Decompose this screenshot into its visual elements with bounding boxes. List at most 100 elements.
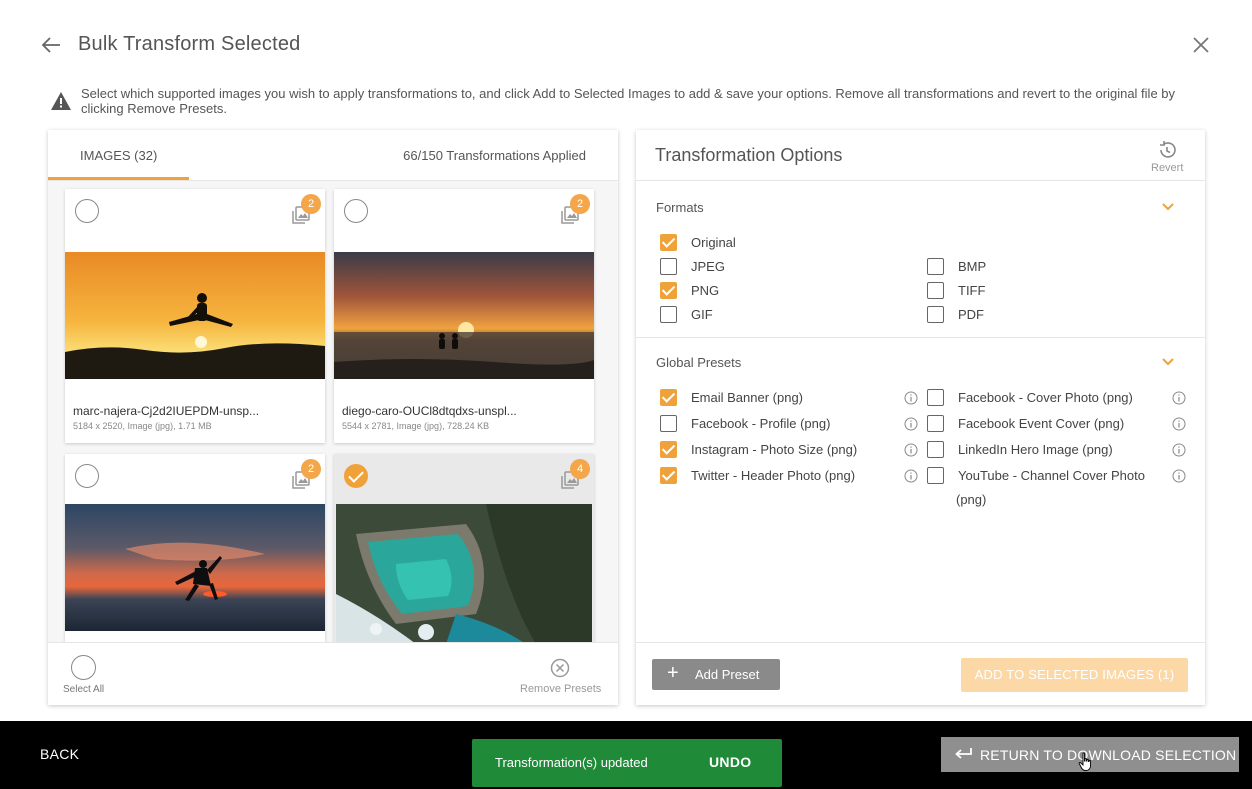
chevron-down-icon[interactable]: [1160, 356, 1176, 368]
format-option-pdf[interactable]: PDF: [927, 306, 984, 326]
option-label: PNG: [691, 283, 720, 298]
checkbox[interactable]: [660, 258, 677, 275]
format-option-bmp[interactable]: BMP: [927, 258, 986, 278]
images-tabs: IMAGES (32) 66/150 Transformations Appli…: [48, 130, 618, 181]
page-title: Bulk Transform Selected: [78, 33, 301, 55]
info-icon[interactable]: [1172, 443, 1186, 457]
images-panel: IMAGES (32) 66/150 Transformations Appli…: [48, 130, 618, 705]
image-card[interactable]: 2: [65, 189, 325, 443]
option-label: Original: [691, 235, 736, 250]
checkbox[interactable]: [660, 234, 677, 251]
back-arrow-icon[interactable]: [40, 34, 62, 56]
image-card[interactable]: 4: [334, 454, 594, 642]
active-tab-indicator: [48, 177, 189, 180]
checkbox[interactable]: [660, 441, 677, 458]
revert-icon[interactable]: [1156, 139, 1178, 161]
info-icon[interactable]: [904, 443, 918, 457]
transform-count-badge: 2: [301, 194, 321, 214]
preset-option-instagram-photo[interactable]: Instagram - Photo Size (png): [660, 441, 857, 461]
tab-images[interactable]: IMAGES (32): [80, 148, 157, 163]
close-icon[interactable]: [1191, 35, 1211, 55]
checkbox[interactable]: [660, 306, 677, 323]
option-label: PDF: [958, 307, 984, 322]
format-option-jpeg[interactable]: JPEG: [660, 258, 725, 278]
image-thumbnail: [336, 504, 592, 642]
toast-notification: Transformation(s) updated UNDO: [472, 739, 782, 787]
add-preset-button[interactable]: + Add Preset: [652, 659, 780, 690]
select-image-checkbox[interactable]: [344, 199, 368, 223]
checkbox[interactable]: [927, 258, 944, 275]
image-grid[interactable]: 2 marc-najera-Cj2d2IUEPDM-unsp... 5184 x…: [48, 181, 618, 642]
option-label: Email Banner (png): [691, 390, 803, 405]
transform-count-badge: 2: [570, 194, 590, 214]
toast-message: Transformation(s) updated: [495, 755, 648, 770]
checkbox[interactable]: [660, 415, 677, 432]
info-icon[interactable]: [1172, 469, 1186, 483]
checkbox[interactable]: [927, 389, 944, 406]
transformations-applied-count: 66/150 Transformations Applied: [403, 148, 586, 163]
option-label: Twitter - Header Photo (png): [691, 468, 856, 483]
options-footer: + Add Preset ADD TO SELECTED IMAGES (1): [636, 642, 1205, 705]
info-icon[interactable]: [1172, 417, 1186, 431]
option-label: GIF: [691, 307, 713, 322]
checkbox[interactable]: [927, 467, 944, 484]
transform-count-badge: 2: [301, 459, 321, 479]
checkbox[interactable]: [927, 306, 944, 323]
select-image-checkbox[interactable]: [75, 199, 99, 223]
checkbox[interactable]: [927, 441, 944, 458]
option-label: TIFF: [958, 283, 986, 298]
preset-option-youtube-cover[interactable]: YouTube - Channel Cover Photo: [927, 467, 1145, 487]
format-option-gif[interactable]: GIF: [660, 306, 713, 326]
global-presets-section-title[interactable]: Global Presets: [656, 355, 741, 370]
image-filename: diego-caro-OUCl8dtqdxs-unspl...: [342, 404, 517, 418]
image-thumbnail: [334, 252, 594, 379]
add-to-selected-images-button[interactable]: ADD TO SELECTED IMAGES (1): [961, 658, 1188, 692]
return-icon: [955, 748, 972, 759]
transformation-options-panel: Transformation Options Revert Formats Or…: [636, 130, 1205, 705]
preset-option-email-banner[interactable]: Email Banner (png): [660, 389, 803, 409]
format-option-png[interactable]: PNG: [660, 282, 719, 302]
select-all-label[interactable]: Select All: [63, 684, 104, 695]
formats-section-title[interactable]: Formats: [656, 200, 704, 215]
checkbox[interactable]: [927, 282, 944, 299]
transform-count-badge: 4: [570, 459, 590, 479]
checkbox[interactable]: [927, 415, 944, 432]
back-button[interactable]: BACK: [40, 746, 79, 762]
checkbox[interactable]: [660, 467, 677, 484]
preset-option-twitter-header[interactable]: Twitter - Header Photo (png): [660, 467, 855, 487]
select-all-checkbox[interactable]: [71, 655, 96, 680]
format-option-original[interactable]: Original: [660, 234, 736, 254]
section-divider: [636, 337, 1205, 338]
image-card[interactable]: 2: [334, 189, 594, 443]
option-label: LinkedIn Hero Image (png): [958, 442, 1113, 457]
preset-option-facebook-profile[interactable]: Facebook - Profile (png): [660, 415, 830, 435]
option-label: Facebook Event Cover (png): [958, 416, 1125, 431]
preset-option-linkedin-hero[interactable]: LinkedIn Hero Image (png): [927, 441, 1113, 461]
image-filename: marc-najera-Cj2d2IUEPDM-unsp...: [73, 404, 260, 418]
preset-option-facebook-cover[interactable]: Facebook - Cover Photo (png): [927, 389, 1133, 409]
info-icon[interactable]: [1172, 391, 1186, 405]
checkbox[interactable]: [660, 282, 677, 299]
preset-option-facebook-event-cover[interactable]: Facebook Event Cover (png): [927, 415, 1124, 435]
info-icon[interactable]: [904, 417, 918, 431]
chevron-down-icon[interactable]: [1160, 201, 1176, 213]
info-icon[interactable]: [904, 391, 918, 405]
option-label: JPEG: [691, 259, 725, 274]
select-image-checkbox[interactable]: [75, 464, 99, 488]
image-card[interactable]: 2: [65, 454, 325, 642]
options-header: Transformation Options Revert: [636, 130, 1205, 181]
info-icon[interactable]: [904, 469, 918, 483]
option-label: BMP: [958, 259, 987, 274]
checkbox[interactable]: [660, 389, 677, 406]
modal-header: Bulk Transform Selected: [0, 0, 1252, 80]
revert-button[interactable]: Revert: [1151, 162, 1183, 174]
format-option-tiff[interactable]: TIFF: [927, 282, 985, 302]
select-image-checkbox[interactable]: [344, 464, 368, 488]
add-preset-label: Add Preset: [695, 667, 760, 682]
return-label: RETURN TO DOWNLOAD SELECTION: [980, 747, 1237, 763]
hand-cursor-icon: [1078, 752, 1091, 771]
undo-button[interactable]: UNDO: [709, 754, 751, 770]
remove-presets-button[interactable]: Remove Presets: [520, 683, 601, 695]
remove-presets-icon[interactable]: [550, 658, 570, 678]
option-label: YouTube - Channel Cover Photo: [958, 468, 1145, 483]
